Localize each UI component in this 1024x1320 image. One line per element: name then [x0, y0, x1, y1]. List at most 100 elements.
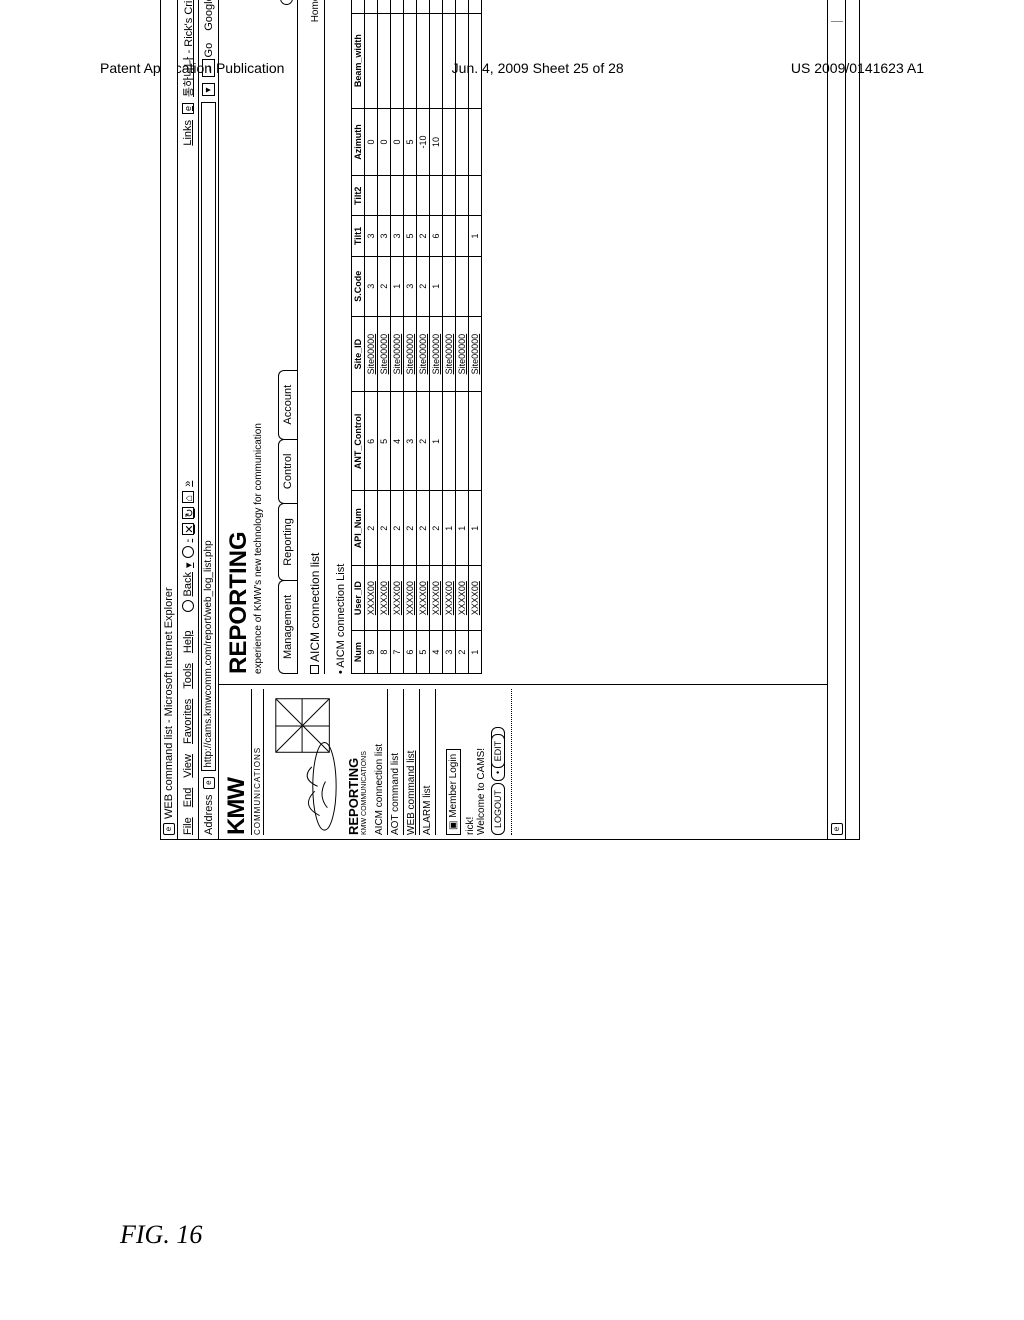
menu-bar: File End View Favorites Tools Help Back …	[178, 0, 199, 839]
table-cell: 3	[378, 216, 391, 256]
table-header: Num	[352, 631, 365, 674]
data-table: NumUser_IDAPI_NumANT_ControlSite_IDS.Cod…	[351, 0, 482, 674]
table-cell[interactable]: XXXX00	[456, 566, 469, 631]
page-icon: e	[203, 777, 215, 789]
table-cell: 1	[456, 491, 469, 566]
greet-name: rick!	[465, 689, 476, 835]
menu-tools[interactable]: Tools	[182, 663, 194, 689]
link-home[interactable]: HOME	[280, 0, 293, 5]
sidebar-link-alarm[interactable]: ALARM list	[420, 689, 436, 835]
dropdown-arrow-icon[interactable]: ▾	[182, 562, 195, 568]
table-cell[interactable]: XXXX00	[404, 566, 417, 631]
table-cell[interactable]: XXXX00	[391, 566, 404, 631]
member-panel: ▣ Member Login rick! Welcome to CAMS! LO…	[446, 689, 512, 835]
table-cell[interactable]: Site00000	[443, 316, 456, 391]
table-cell[interactable]: Site00000	[404, 316, 417, 391]
resize-grip[interactable]: ◢	[845, 0, 859, 839]
address-input[interactable]	[201, 102, 216, 770]
table-cell: 3	[365, 256, 378, 316]
quick-link-1[interactable]: 통하나나 - Rick's Crib	[180, 0, 196, 97]
table-cell: 1	[469, 216, 482, 256]
table-cell[interactable]: XXXX00	[417, 566, 430, 631]
tab-control[interactable]: Control	[278, 439, 297, 504]
table-cell[interactable]: Site00000	[430, 316, 443, 391]
table-header: Tilt2	[352, 176, 365, 216]
table-cell	[443, 176, 456, 216]
table-cell: 4	[391, 392, 404, 491]
table-cell	[404, 176, 417, 216]
address-dropdown[interactable]: ▾	[202, 83, 215, 96]
table-cell[interactable]: Site00000	[378, 316, 391, 391]
table-cell	[417, 176, 430, 216]
figure-label: FIG. 16	[120, 1220, 202, 1250]
table-cell	[443, 392, 456, 491]
table-cell[interactable]: Site00000	[469, 316, 482, 391]
table-cell	[365, 13, 378, 108]
sidebar-heading: REPORTING	[346, 689, 361, 835]
table-cell	[456, 13, 469, 108]
link-icon-1[interactable]: e	[182, 103, 194, 114]
table-cell[interactable]: Site00000	[365, 316, 378, 391]
table-cell: 5	[404, 216, 417, 256]
menu-favorites[interactable]: Favorites	[182, 699, 194, 744]
table-cell: 0	[391, 108, 404, 175]
table-cell: 5	[378, 392, 391, 491]
tab-reporting[interactable]: Reporting	[278, 503, 297, 581]
refresh-icon[interactable]: ↻	[182, 507, 194, 519]
table-cell	[443, 256, 456, 316]
table-cell: 1	[443, 491, 456, 566]
google-label: Google	[203, 0, 215, 31]
back-button[interactable]: Back	[182, 572, 194, 596]
table-cell: 17-DEC-07 12.59.30 PM	[404, 0, 417, 13]
go-button[interactable]: →Go	[202, 43, 215, 78]
menu-help[interactable]: Help	[182, 630, 194, 653]
status-bar: e ⊕ Internet	[827, 0, 845, 839]
table-cell[interactable]: Site00000	[456, 316, 469, 391]
table-cell: 17-DEC-07 12.55.37 PM	[430, 0, 443, 13]
home-icon[interactable]: ⌂	[182, 491, 194, 503]
table-cell[interactable]: XXXX00	[469, 566, 482, 631]
table-cell	[417, 13, 430, 108]
sidebar-heading-sub: KMW COMMUNICATIONS	[361, 689, 368, 835]
subsection-title: • AICM connection List	[335, 0, 347, 674]
forward-icon[interactable]	[182, 546, 194, 558]
member-login-label: ▣ Member Login	[446, 749, 461, 835]
menu-view[interactable]: View	[182, 754, 194, 778]
table-cell: 2	[391, 491, 404, 566]
table-row: 1XXXX001Site00000117-DEC-07 12.51.47 PM	[469, 0, 482, 674]
menu-end[interactable]: End	[182, 788, 194, 808]
table-cell: 2	[430, 491, 443, 566]
main-content: REPORTING experience of KMW's new techno…	[219, 0, 827, 684]
table-cell[interactable]: Site00000	[417, 316, 430, 391]
table-cell	[456, 392, 469, 491]
sidebar-link-aicm[interactable]: AICM connection list	[372, 689, 388, 835]
stop-icon[interactable]: ✕	[182, 523, 194, 535]
logout-button[interactable]: LOGOUT	[491, 783, 505, 835]
edit-button[interactable]: • EDIT	[491, 727, 505, 781]
sidebar: KMW COMMUNICATIONS REPORTIN	[219, 684, 827, 839]
sidebar-link-web[interactable]: WEB command list	[404, 689, 420, 835]
table-cell: 5	[404, 108, 417, 175]
table-cell[interactable]: XXXX00	[443, 566, 456, 631]
table-cell[interactable]: Site00000	[391, 316, 404, 391]
table-cell: 17-DEC-07 12.51.50 PM	[456, 0, 469, 13]
tab-account[interactable]: Account	[278, 370, 297, 440]
menu-file[interactable]: File	[182, 817, 194, 835]
table-header: S.Code	[352, 256, 365, 316]
sidebar-link-aot[interactable]: AOT command list	[388, 689, 404, 835]
table-cell	[469, 176, 482, 216]
table-cell: 2	[378, 491, 391, 566]
table-cell: 7	[391, 631, 404, 674]
table-cell	[456, 256, 469, 316]
tab-management[interactable]: Management	[278, 580, 297, 674]
table-row: 3XXXX001Site0000017-DEC-07 12.51.53 PM	[443, 0, 456, 674]
back-icon[interactable]	[182, 600, 194, 612]
table-cell[interactable]: XXXX00	[430, 566, 443, 631]
table-cell[interactable]: XXXX00	[378, 566, 391, 631]
table-cell: 3	[365, 216, 378, 256]
separator: -	[182, 539, 194, 543]
table-cell[interactable]: XXXX00	[365, 566, 378, 631]
status-page-icon: e	[831, 823, 843, 835]
table-cell: 17-DEC-07 12.51.53 PM	[443, 0, 456, 13]
table-cell: 1	[391, 256, 404, 316]
